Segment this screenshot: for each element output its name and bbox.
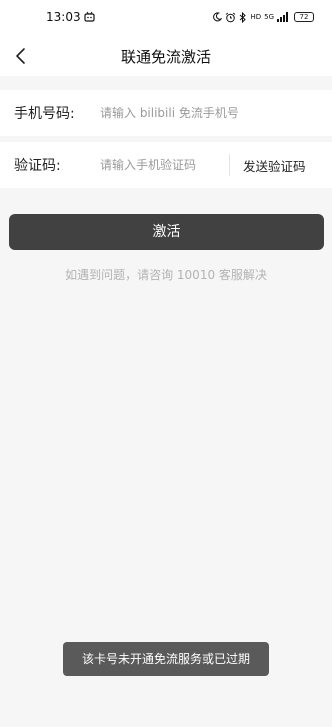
help-text: 如遇到问题，请咨询 10010 客服解决 [65,268,267,282]
phone-label: 手机号码: [14,106,75,122]
send-code-button[interactable]: 发送验证码 [243,156,306,175]
code-label: 验证码: [14,158,61,174]
status-time: 13:03 [46,10,81,24]
network-hd-label: HD [250,13,262,21]
activate-button[interactable]: 激活 [9,214,324,250]
page-title: 联通免流激活 [120,48,211,66]
bluetooth-icon [240,11,247,23]
toast-message: 该卡号未开通免流服务或已过期 [63,642,269,676]
app-notification-icon [84,11,95,22]
code-row: 验证码: 发送验证码 [0,142,332,188]
status-indicators: HD 5G 72 [212,10,314,24]
signal-icon [277,12,288,22]
nav-bar: 联通免流激活 [0,36,332,76]
phone-row: 手机号码: [0,90,332,136]
status-bar: 13:03 HD 5G 72 [0,0,332,36]
phone-input[interactable] [100,101,322,125]
code-input[interactable] [100,153,222,177]
divider [229,154,230,176]
battery-indicator: 72 [294,12,314,22]
moon-icon [213,12,223,22]
network-type-label: 5G [264,13,274,21]
alarm-icon [226,12,236,22]
